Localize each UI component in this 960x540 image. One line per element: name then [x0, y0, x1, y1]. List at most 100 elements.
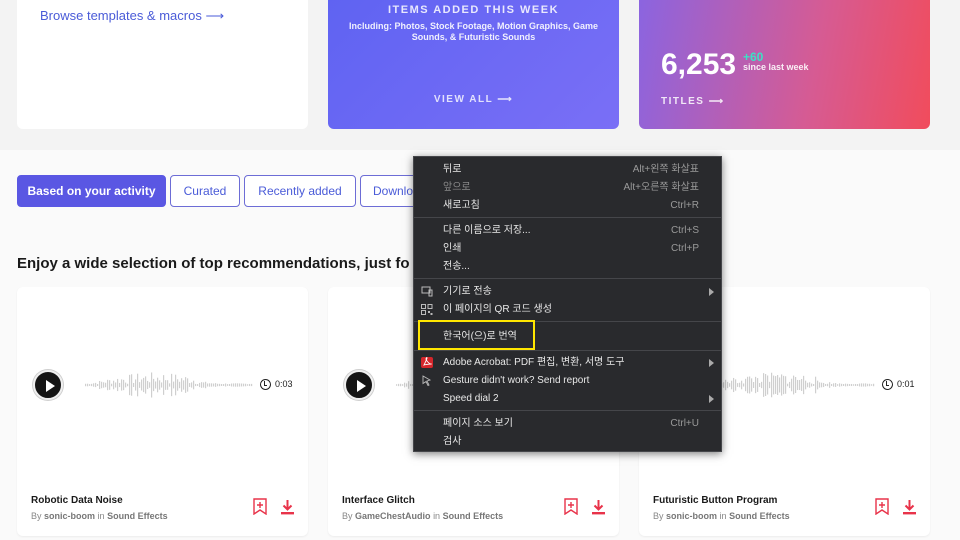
- play-button[interactable]: [33, 370, 63, 400]
- waveform-bar: [751, 378, 753, 392]
- waveform-bar: [859, 383, 861, 387]
- waveform-bar: [129, 374, 131, 396]
- waveform-bar: [177, 379, 179, 391]
- sound-title[interactable]: Robotic Data Noise: [31, 495, 123, 506]
- waveform-bar: [771, 372, 773, 398]
- waveform-bar: [217, 383, 219, 387]
- waveform-bar: [777, 375, 779, 395]
- waveform-bar: [185, 377, 187, 393]
- sound-meta: By sonic-boom in Sound Effects: [653, 511, 790, 521]
- waveform-bar: [119, 382, 121, 388]
- author-link[interactable]: sonic-boom: [44, 511, 95, 521]
- menu-item-adobe-acrobat[interactable]: Adobe Acrobat: PDF 편집, 변환, 서명 도구: [414, 354, 721, 371]
- menu-item-view-source[interactable]: 페이지 소스 보기 Ctrl+U: [414, 415, 721, 432]
- submenu-arrow-icon: [709, 288, 714, 296]
- titles-card[interactable]: 6,253 +60 since last week TITLES ⟶: [639, 0, 930, 129]
- waveform-bar: [103, 382, 105, 388]
- menu-item-send-to-devices[interactable]: 기기로 전송: [414, 283, 721, 300]
- waveform-bar: [873, 383, 875, 387]
- waveform-bar: [759, 383, 761, 387]
- waveform-bar: [135, 379, 137, 391]
- waveform-bar: [803, 375, 805, 395]
- waveform-bar: [127, 383, 129, 387]
- sound-title[interactable]: Interface Glitch: [342, 495, 415, 506]
- waveform-bar: [181, 378, 183, 392]
- author-link[interactable]: GameChestAudio: [355, 511, 431, 521]
- waveform: [707, 372, 875, 398]
- waveform-bar: [831, 383, 833, 387]
- download-icon[interactable]: [280, 499, 295, 515]
- filter-curated[interactable]: Curated: [170, 175, 240, 207]
- waveform-bar: [404, 382, 406, 388]
- waveform-bar: [101, 381, 103, 389]
- sound-title[interactable]: Futuristic Button Program: [653, 495, 777, 506]
- waveform-bar: [113, 380, 115, 390]
- waveform-bar: [745, 378, 747, 392]
- waveform-bar: [723, 382, 725, 388]
- submenu-arrow-icon: [709, 395, 714, 403]
- bookmark-add-icon[interactable]: [875, 498, 889, 515]
- bookmark-add-icon[interactable]: [253, 498, 267, 515]
- waveform-bar: [799, 379, 801, 391]
- waveform-bar: [227, 384, 229, 386]
- waveform-bar: [215, 383, 217, 387]
- waveform-bar: [749, 376, 751, 394]
- category-link[interactable]: Sound Effects: [729, 511, 790, 521]
- waveform-bar: [225, 383, 227, 387]
- waveform-bar: [769, 381, 771, 389]
- waveform-bar: [171, 373, 173, 397]
- view-all-link[interactable]: VIEW ALL ⟶: [328, 94, 619, 105]
- waveform-bar: [231, 383, 233, 387]
- items-added-card[interactable]: ITEMS ADDED THIS WEEK Including: Photos,…: [328, 0, 619, 129]
- filter-recently-added[interactable]: Recently added: [244, 175, 356, 207]
- download-icon[interactable]: [902, 499, 917, 515]
- qr-code-icon: [421, 304, 433, 315]
- waveform-bar: [161, 382, 163, 388]
- play-button[interactable]: [344, 370, 374, 400]
- waveform-bar: [199, 382, 201, 388]
- waveform-bar: [105, 382, 107, 388]
- waveform-bar: [400, 383, 402, 387]
- since-last-week: since last week: [743, 62, 809, 72]
- waveform-bar: [251, 383, 253, 387]
- waveform-bar: [115, 382, 117, 388]
- menu-item-gesture-report[interactable]: Gesture didn't work? Send report: [414, 372, 721, 389]
- waveform-bar: [755, 376, 757, 394]
- items-added-heading: ITEMS ADDED THIS WEEK: [387, 4, 560, 16]
- menu-item-qr-code[interactable]: 이 페이지의 QR 코드 생성: [414, 301, 721, 318]
- category-link[interactable]: Sound Effects: [107, 511, 168, 521]
- titles-link[interactable]: TITLES ⟶: [661, 96, 725, 107]
- download-icon[interactable]: [591, 499, 606, 515]
- author-link[interactable]: sonic-boom: [666, 511, 717, 521]
- menu-item-inspect[interactable]: 검사: [414, 433, 721, 450]
- waveform-bar: [737, 383, 739, 387]
- filter-based-on-activity[interactable]: Based on your activity: [17, 175, 166, 207]
- waveform-bar: [853, 384, 855, 386]
- waveform-bar: [871, 384, 873, 386]
- bookmark-add-icon[interactable]: [564, 498, 578, 515]
- menu-item-reload[interactable]: 새로고침 Ctrl+R: [414, 197, 721, 214]
- waveform-area[interactable]: 0:03: [17, 287, 308, 483]
- menu-item-save-as[interactable]: 다른 이름으로 저장... Ctrl+S: [414, 222, 721, 239]
- waveform-bar: [239, 383, 241, 387]
- waveform-bar: [863, 383, 865, 387]
- waveform-bar: [787, 383, 789, 387]
- menu-item-cast[interactable]: 전송...: [414, 258, 721, 275]
- waveform-bar: [149, 382, 151, 388]
- browse-templates-link[interactable]: Browse templates & macros ⟶: [40, 8, 224, 24]
- waveform-bar: [757, 378, 759, 392]
- section-title: Enjoy a wide selection of top recommenda…: [17, 255, 410, 272]
- waveform-bar: [221, 383, 223, 387]
- waveform-bar: [801, 379, 803, 391]
- menu-item-print[interactable]: 인쇄 Ctrl+P: [414, 240, 721, 257]
- category-link[interactable]: Sound Effects: [443, 511, 504, 521]
- menu-item-forward[interactable]: 앞으로 Alt+오른쪽 화살표: [414, 179, 721, 196]
- waveform-bar: [839, 383, 841, 387]
- waveform-bar: [763, 373, 765, 397]
- waveform-bar: [195, 383, 197, 387]
- menu-item-speed-dial[interactable]: Speed dial 2: [414, 390, 721, 407]
- waveform-bar: [245, 383, 247, 387]
- menu-item-back[interactable]: 뒤로 Alt+왼쪽 화살표: [414, 161, 721, 178]
- waveform-bar: [851, 383, 853, 387]
- waveform-bar: [823, 382, 825, 388]
